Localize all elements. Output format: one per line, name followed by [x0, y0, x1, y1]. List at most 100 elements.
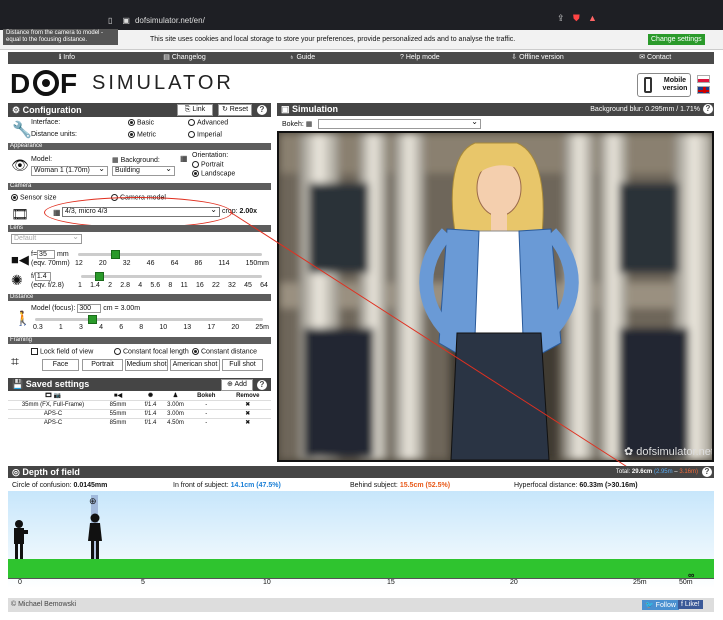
focal-tick: 86 — [194, 260, 203, 267]
brave-shield-icon[interactable]: ⛊ — [573, 13, 580, 24]
distance-tick: 1 — [58, 324, 63, 331]
dof-help-icon[interactable]: ? — [702, 467, 712, 477]
radio-portrait[interactable]: Portrait — [192, 161, 224, 168]
page-icon: ▯ — [108, 15, 113, 25]
link-button[interactable]: ⎘ Link — [177, 104, 213, 116]
follow-label: Follow — [655, 602, 676, 609]
nav-info-label: Info — [63, 54, 75, 61]
nav-help[interactable]: ? Help mode — [361, 52, 479, 64]
film-icon: 🎞 — [11, 206, 29, 222]
orientation-icon: ▦ — [180, 154, 188, 163]
aperture-tick: 45 — [244, 282, 252, 289]
portrait-button[interactable]: Portrait — [82, 359, 123, 371]
add-setting-button[interactable]: ⊕ Add — [221, 379, 253, 391]
flag-pl-icon[interactable] — [697, 75, 710, 83]
radio-imperial[interactable]: Imperial — [188, 131, 222, 138]
imperial-label: Imperial — [197, 131, 222, 139]
aperture-slider-track[interactable] — [81, 275, 262, 278]
reset-label: Reset — [229, 106, 249, 113]
aperture-tick: 8 — [168, 282, 173, 289]
saved-help-icon[interactable]: ? — [257, 380, 267, 390]
saved-row[interactable]: APS-C 55mm f/1.4 3.00m - ✖ — [8, 408, 271, 418]
axis-5: 5 — [141, 579, 145, 586]
radio-landscape[interactable]: Landscape — [192, 170, 235, 177]
remove-icon[interactable]: ✖ — [224, 408, 271, 418]
tooltip: Distance from the camera to model - equa… — [3, 29, 118, 45]
saved-title: Saved settings — [25, 379, 90, 389]
radio-metric[interactable]: Metric — [128, 131, 156, 138]
focal-tick: 20 — [98, 260, 107, 267]
bokeh-select[interactable] — [318, 118, 481, 129]
lens-preset-select[interactable]: Default — [11, 233, 82, 244]
focal-input[interactable]: 35 — [37, 250, 56, 259]
saved-cell-name: APS-C — [8, 408, 98, 418]
address-bar[interactable]: ▯ ▣ dofsimulator.net/en/ — [108, 11, 608, 29]
saved-row[interactable]: 35mm (FX, Full-Frame) 85mm f/1.4 3.00m - ✖ — [8, 399, 271, 409]
remove-icon[interactable]: ✖ — [224, 417, 271, 427]
aperture-input[interactable]: 1.4 — [34, 272, 51, 281]
focal-unit: mm — [57, 251, 69, 258]
distance-field: Model (focus): 300 cm = 3.00m — [31, 304, 140, 313]
distance-slider-thumb[interactable] — [88, 315, 97, 324]
face-button[interactable]: Face — [42, 359, 79, 371]
saved-row[interactable]: APS-C 85mm f/1.4 4.50m - ✖ — [8, 417, 271, 427]
front-value: 14.1cm (47.5%) — [230, 482, 281, 489]
metric-label: Metric — [137, 131, 157, 139]
constant-distance-label: Constant distance — [201, 348, 258, 356]
eye-icon: 👁 — [11, 157, 29, 173]
radio-constant-distance[interactable]: Constant distance — [192, 348, 257, 355]
save-icon: 💾 — [12, 379, 24, 389]
focal-tick: 114 — [218, 260, 230, 267]
full-shot-button[interactable]: Full shot — [222, 359, 263, 371]
axis-50: 50m — [679, 579, 693, 586]
radio-basic[interactable]: Basic — [128, 119, 154, 126]
nav-contact-label: Contact — [647, 54, 672, 61]
share-icon[interactable]: ⇪ — [557, 13, 565, 24]
distance-tick: 25m — [255, 324, 269, 331]
simulation-title: Simulation — [292, 104, 339, 114]
config-help-icon[interactable]: ? — [257, 105, 267, 115]
model-select[interactable]: Woman 1 (1.70m) — [31, 165, 108, 176]
aperture-tick: 64 — [260, 282, 268, 289]
remove-icon[interactable]: ✖ — [224, 399, 271, 409]
change-settings-button[interactable]: Change settings — [648, 34, 705, 45]
coc-value: 0.0145mm — [73, 482, 108, 489]
aperture-ticks: 1 1.4 2 2.8 4 5.6 8 11 16 22 32 45 64 — [78, 282, 268, 289]
focal-slider-thumb[interactable] — [110, 250, 120, 259]
bokeh-label: Bokeh: ▦ — [282, 120, 312, 128]
background-select[interactable]: Building — [112, 165, 175, 176]
dof-total: Total: 29.6cm (2.95m – 3.16m) — [615, 469, 698, 475]
nav-info[interactable]: ℹ Info — [8, 52, 126, 64]
nav-guide[interactable]: ♁ Guide — [243, 52, 361, 64]
warning-icon[interactable]: ▲ — [588, 13, 597, 23]
total-near: (2.95m — [653, 469, 673, 475]
american-shot-button[interactable]: American shot — [170, 359, 220, 371]
units-label: Distance units: — [31, 131, 77, 138]
radio-constant-focal[interactable]: Constant focal length — [114, 348, 189, 355]
facebook-like-button[interactable]: f Like! — [678, 600, 703, 609]
nav-offline[interactable]: ⇩ Offline version — [479, 52, 597, 64]
mobile-version-button[interactable]: Mobile version — [637, 73, 691, 97]
medium-shot-button[interactable]: Medium shot — [125, 359, 168, 371]
radio-advanced[interactable]: Advanced — [188, 119, 228, 126]
nav-contact[interactable]: ✉ Contact — [596, 52, 714, 64]
lock-fov-checkbox[interactable]: Lock field of view — [31, 348, 93, 355]
saved-settings-table: 🎞 📷 ■◀ ✺ ♟ Bokeh Remove 35mm (FX, Full-F… — [8, 392, 271, 427]
sim-help-icon[interactable]: ? — [703, 104, 713, 114]
distance-slider-track[interactable] — [35, 318, 263, 321]
simulation-scene: ✿ dofsimulator.net — [279, 133, 712, 460]
svg-text:F: F — [60, 69, 77, 97]
aperture-slider-thumb[interactable] — [95, 272, 105, 281]
focal-slider-track[interactable] — [78, 253, 262, 256]
coc-label: Circle of confusion: — [12, 482, 72, 489]
radio-sensor-size[interactable]: Sensor size — [11, 194, 57, 201]
aperture-tick: 16 — [195, 282, 204, 289]
saved-cell-aperture: f/1.4 — [138, 399, 163, 409]
flag-uk-icon[interactable] — [697, 86, 710, 94]
saved-cell-dist: 4.50m — [163, 417, 188, 427]
reset-button[interactable]: ↻ Reset — [218, 104, 252, 116]
twitter-follow-button[interactable]: 🐦 Follow — [642, 600, 679, 610]
distance-input[interactable]: 300 — [77, 304, 102, 313]
axis-0: 0 — [18, 579, 22, 586]
nav-changelog[interactable]: ▤ Changelog — [126, 52, 244, 64]
